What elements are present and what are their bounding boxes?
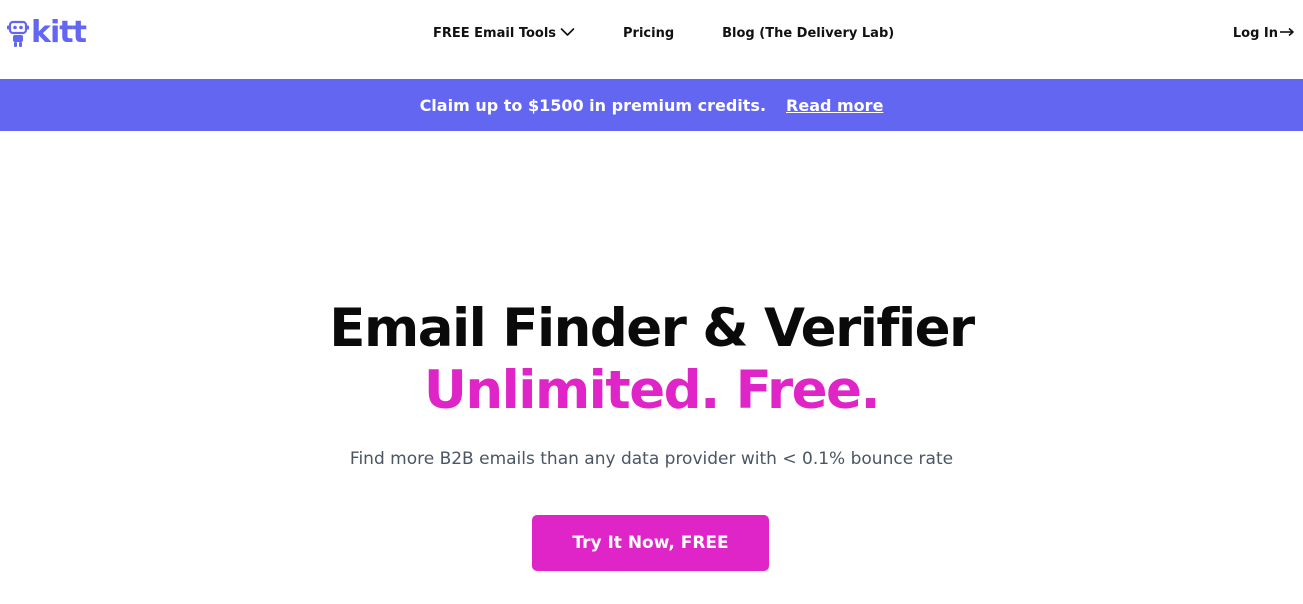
login-label: Log In bbox=[1232, 25, 1278, 41]
nav-item-pricing[interactable]: Pricing bbox=[623, 26, 674, 41]
nav-item-blog[interactable]: Blog (The Delivery Lab) bbox=[722, 26, 894, 41]
login-link[interactable]: Log In bbox=[1233, 0, 1295, 66]
arrow-right-icon bbox=[1279, 26, 1295, 41]
banner-text: Claim up to $1500 in premium credits. bbox=[419, 95, 767, 115]
nav-item-free-email-tools[interactable]: FREE Email Tools bbox=[433, 26, 575, 41]
nav-item-label: FREE Email Tools bbox=[433, 25, 557, 41]
robot-icon bbox=[7, 18, 29, 48]
main-nav: FREE Email Tools Pricing Blog (The Deliv… bbox=[433, 0, 894, 66]
brand-name: kitt bbox=[31, 15, 87, 50]
hero-title: Email Finder & Verifier bbox=[329, 298, 975, 359]
navbar: kitt FREE Email Tools Pricing Blog (The … bbox=[0, 0, 1303, 79]
promo-banner: Claim up to $1500 in premium credits. Re… bbox=[0, 79, 1303, 131]
logo-link[interactable]: kitt bbox=[7, 15, 87, 51]
try-it-now-button[interactable]: Try It Now, FREE bbox=[532, 515, 769, 571]
hero-title-accent: Unlimited. Free. bbox=[423, 360, 881, 421]
read-more-link[interactable]: Read more bbox=[786, 96, 883, 115]
hero-subtitle: Find more B2B emails than any data provi… bbox=[349, 449, 954, 469]
chevron-down-icon bbox=[560, 26, 575, 41]
